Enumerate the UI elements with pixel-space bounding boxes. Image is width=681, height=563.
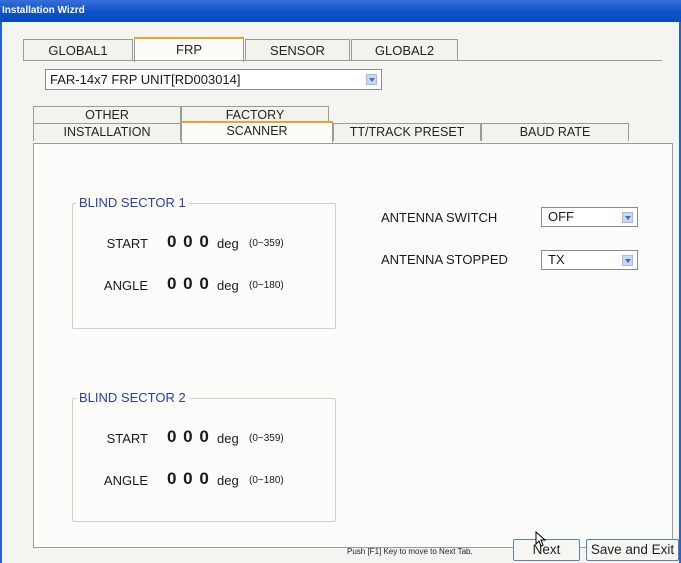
antenna-switch-label: ANTENNA SWITCH (381, 210, 498, 225)
range-hint: (0~359) (249, 433, 284, 444)
blind-sector-2-start-row: START 0 0 0 deg (0~359) (73, 427, 335, 451)
angle-value-input[interactable]: 0 0 0 (167, 274, 210, 294)
angle-label: ANGLE (103, 473, 148, 488)
deg-unit: deg (217, 278, 239, 293)
chevron-down-icon[interactable] (366, 74, 377, 85)
blind-sector-2-title: BLIND SECTOR 2 (76, 390, 189, 406)
tab-global1[interactable]: GLOBAL1 (23, 39, 133, 61)
deg-unit: deg (217, 473, 239, 488)
tab-global2[interactable]: GLOBAL2 (351, 39, 458, 61)
tab-baud-rate[interactable]: BAUD RATE (481, 123, 629, 141)
unit-select[interactable]: FAR-14x7 FRP UNIT[RD003014] (45, 69, 382, 90)
blind-sector-1-start-row: START 0 0 0 deg (0~359) (73, 232, 335, 256)
range-hint: (0~180) (249, 475, 284, 486)
blind-sector-2-angle-row: ANGLE 0 0 0 deg (0~180) (73, 469, 335, 493)
range-hint: (0~359) (249, 238, 284, 249)
chevron-down-icon[interactable] (622, 255, 633, 266)
start-label: START (106, 236, 148, 251)
antenna-stopped-value: TX (548, 252, 565, 267)
scanner-panel: BLIND SECTOR 1 START 0 0 0 deg (0~359) A… (33, 143, 673, 548)
tab-tt-track-preset[interactable]: TT/TRACK PRESET (333, 123, 481, 141)
wizard-window: GLOBAL1 FRP SENSOR GLOBAL2 FAR-14x7 FRP … (0, 22, 681, 563)
blind-sector-1-group: BLIND SECTOR 1 START 0 0 0 deg (0~359) A… (72, 195, 336, 329)
footer-bar: Push [F1] Key to move to Next Tab. Next … (2, 534, 679, 563)
tab-sensor[interactable]: SENSOR (245, 39, 350, 61)
window-title: Installation Wizrd (0, 0, 681, 22)
deg-unit: deg (217, 236, 239, 251)
save-and-exit-button[interactable]: Save and Exit (586, 539, 679, 561)
tab-divider (23, 60, 662, 61)
start-value-input[interactable]: 0 0 0 (167, 427, 210, 447)
angle-label: ANGLE (103, 278, 148, 293)
blind-sector-2-group: BLIND SECTOR 2 START 0 0 0 deg (0~359) A… (72, 390, 336, 522)
angle-value-input[interactable]: 0 0 0 (167, 469, 210, 489)
tab-other[interactable]: OTHER (33, 106, 181, 124)
tab-installation[interactable]: INSTALLATION (33, 123, 181, 141)
blind-sector-1-angle-row: ANGLE 0 0 0 deg (0~180) (73, 274, 335, 298)
blind-sector-1-title: BLIND SECTOR 1 (76, 195, 189, 211)
range-hint: (0~180) (249, 280, 284, 291)
tab-scanner[interactable]: SCANNER (181, 121, 333, 143)
deg-unit: deg (217, 431, 239, 446)
antenna-stopped-select[interactable]: TX (541, 250, 638, 270)
start-label: START (106, 431, 148, 446)
start-value-input[interactable]: 0 0 0 (167, 232, 210, 252)
tab-frp[interactable]: FRP (134, 37, 244, 62)
antenna-switch-value: OFF (548, 209, 574, 224)
unit-select-value: FAR-14x7 FRP UNIT[RD003014] (50, 72, 241, 87)
f1-hint: Push [F1] Key to move to Next Tab. (347, 547, 473, 556)
antenna-stopped-label: ANTENNA STOPPED (381, 252, 508, 267)
mouse-cursor-icon (535, 531, 547, 547)
antenna-switch-select[interactable]: OFF (541, 207, 638, 227)
chevron-down-icon[interactable] (622, 212, 633, 223)
